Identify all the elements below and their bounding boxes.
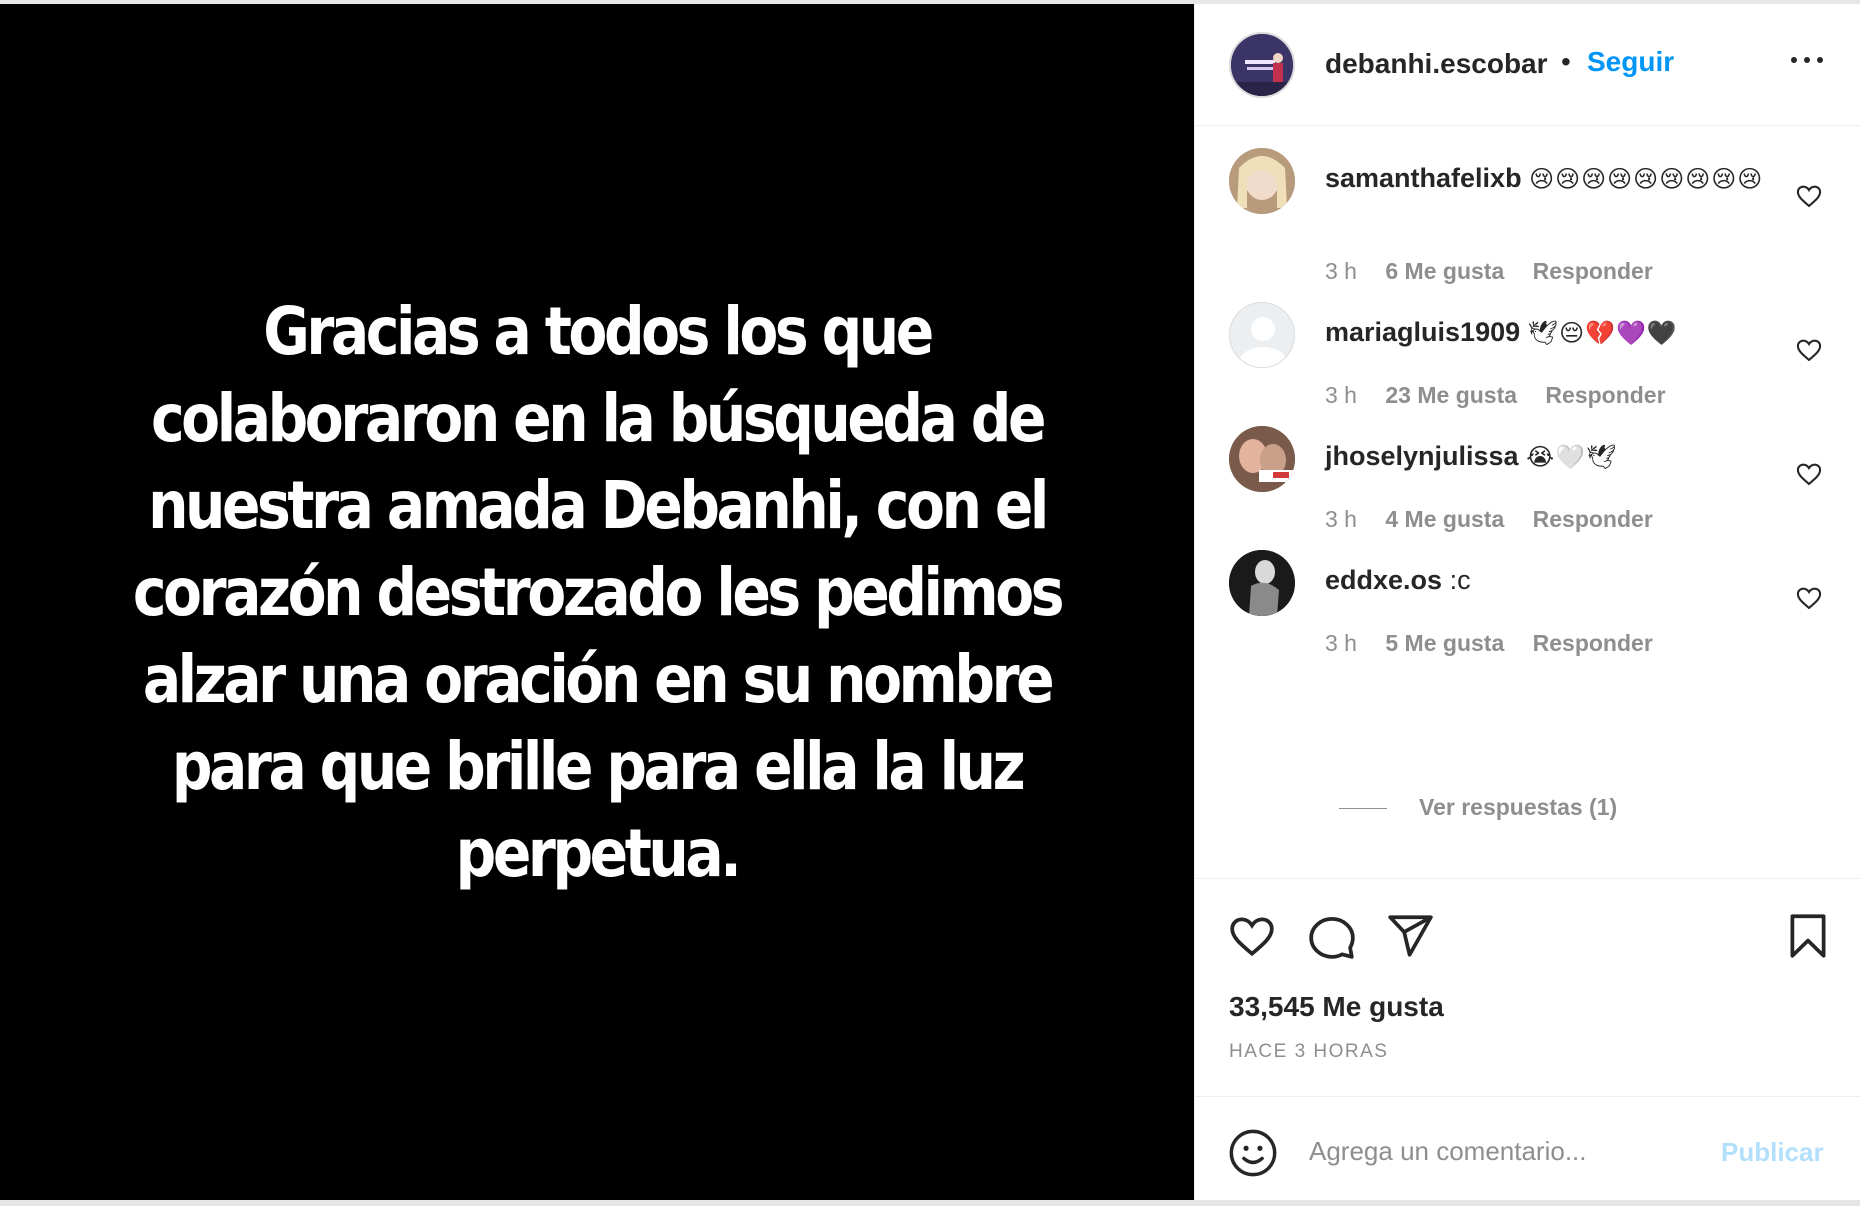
comment-likes[interactable]: 5 Me gusta bbox=[1385, 630, 1504, 656]
post-image[interactable]: Gracias a todos los que colaboraron en l… bbox=[0, 4, 1194, 1200]
comment-avatar[interactable] bbox=[1229, 550, 1295, 616]
comment-meta: 3 h 4 Me gusta Responder bbox=[1325, 506, 1675, 533]
heart-icon[interactable] bbox=[1795, 336, 1823, 364]
post-sidebar: debanhi.escobar • Seguir samanthafelixb … bbox=[1194, 4, 1860, 1200]
author-avatar[interactable] bbox=[1229, 32, 1295, 98]
comment-text: mariagluis1909 🕊😔💔💜🖤 bbox=[1325, 314, 1795, 352]
comment-username[interactable]: samanthafelixb bbox=[1325, 163, 1522, 193]
heart-icon[interactable] bbox=[1795, 584, 1823, 612]
comment-likes[interactable]: 6 Me gusta bbox=[1385, 258, 1504, 284]
share-send-icon[interactable] bbox=[1385, 911, 1435, 961]
comment-body: 😭🤍🕊 bbox=[1526, 444, 1618, 471]
comment-bubble-icon[interactable] bbox=[1307, 911, 1357, 961]
likes-count[interactable]: 33,545 Me gusta bbox=[1229, 991, 1444, 1023]
comment-avatar[interactable] bbox=[1229, 426, 1295, 492]
comment-username[interactable]: eddxe.os bbox=[1325, 565, 1442, 595]
comment-time: 3 h bbox=[1325, 382, 1357, 408]
comment-avatar-image bbox=[1229, 426, 1295, 492]
post-header: debanhi.escobar • Seguir bbox=[1195, 4, 1860, 126]
comment-likes[interactable]: 4 Me gusta bbox=[1385, 506, 1504, 532]
like-heart-icon[interactable] bbox=[1227, 911, 1277, 961]
comment-body: 😢😢😢😢😢😢😢😢😢 bbox=[1529, 166, 1764, 193]
publish-button[interactable]: Publicar bbox=[1721, 1137, 1824, 1168]
header-separator: • bbox=[1561, 46, 1571, 77]
comment-username[interactable]: jhoselynjulissa bbox=[1325, 441, 1519, 471]
comment-time: 3 h bbox=[1325, 258, 1357, 284]
comment-likes[interactable]: 23 Me gusta bbox=[1385, 382, 1517, 408]
instagram-post-window: Gracias a todos los que colaboraron en l… bbox=[0, 0, 1860, 1206]
header-username[interactable]: debanhi.escobar bbox=[1325, 48, 1548, 80]
post-timestamp: HACE 3 HORAS bbox=[1229, 1041, 1389, 1062]
bottom-border bbox=[0, 1200, 1860, 1206]
comment-meta: 3 h 6 Me gusta Responder bbox=[1325, 258, 1675, 285]
comment-body: :c bbox=[1449, 565, 1471, 595]
comment-meta: 3 h 23 Me gusta Responder bbox=[1325, 382, 1688, 409]
more-horizontal-icon[interactable] bbox=[1787, 50, 1827, 70]
comments-list: samanthafelixb 😢😢😢😢😢😢😢😢😢 3 h 6 Me gusta … bbox=[1195, 126, 1860, 878]
comment-avatar-image bbox=[1229, 550, 1295, 616]
reply-button[interactable]: Responder bbox=[1545, 382, 1665, 408]
comment-username[interactable]: mariagluis1909 bbox=[1325, 317, 1520, 347]
heart-icon[interactable] bbox=[1795, 460, 1823, 488]
comment-input[interactable] bbox=[1307, 1125, 1707, 1177]
comment-text: eddxe.os :c bbox=[1325, 562, 1795, 598]
comment-avatar-image bbox=[1229, 148, 1295, 214]
comment-avatar[interactable] bbox=[1229, 302, 1295, 368]
emoji-smile-icon[interactable] bbox=[1227, 1127, 1279, 1179]
post-image-text: Gracias a todos los que colaboraron en l… bbox=[132, 292, 1065, 892]
bookmark-icon[interactable] bbox=[1783, 911, 1833, 961]
default-avatar-icon bbox=[1230, 303, 1294, 367]
comment-time: 3 h bbox=[1325, 506, 1357, 532]
comment-body: 🕊😔💔💜🖤 bbox=[1527, 320, 1678, 347]
reply-button[interactable]: Responder bbox=[1533, 506, 1653, 532]
comment-time: 3 h bbox=[1325, 630, 1357, 656]
post-actions: 33,545 Me gusta HACE 3 HORAS bbox=[1195, 878, 1860, 1104]
author-avatar-image bbox=[1231, 34, 1293, 96]
reply-button[interactable]: Responder bbox=[1533, 630, 1653, 656]
add-comment-bar: Publicar bbox=[1195, 1096, 1860, 1200]
comment-text: samanthafelixb 😢😢😢😢😢😢😢😢😢 bbox=[1325, 160, 1795, 198]
reply-button[interactable]: Responder bbox=[1533, 258, 1653, 284]
view-replies-button[interactable]: Ver respuestas (1) bbox=[1419, 794, 1617, 821]
follow-button[interactable]: Seguir bbox=[1587, 46, 1674, 78]
comment-avatar[interactable] bbox=[1229, 148, 1295, 214]
comment-text: jhoselynjulissa 😭🤍🕊 bbox=[1325, 438, 1795, 476]
comment-meta: 3 h 5 Me gusta Responder bbox=[1325, 630, 1675, 657]
replies-divider bbox=[1339, 808, 1387, 809]
heart-icon[interactable] bbox=[1795, 182, 1823, 210]
